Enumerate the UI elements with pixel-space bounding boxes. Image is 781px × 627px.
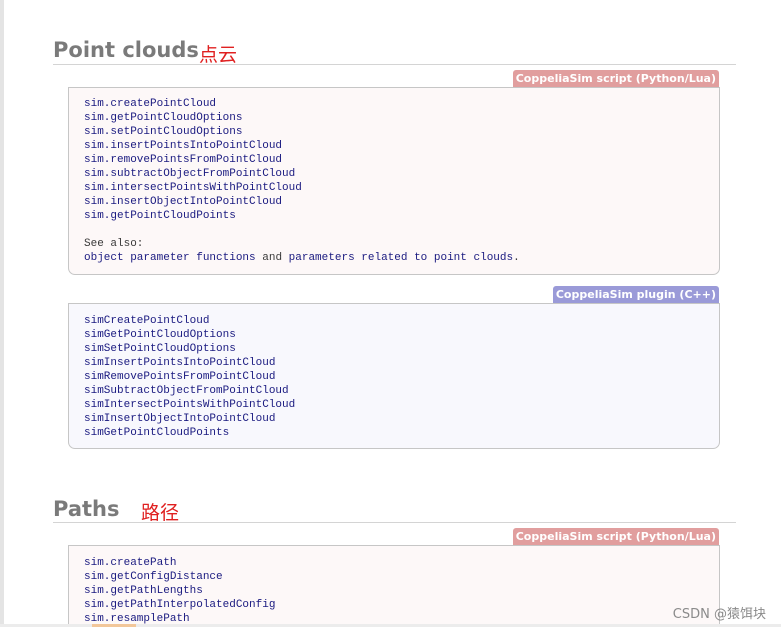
function-link[interactable]: sim.setPointCloudOptions [84,125,520,139]
function-link[interactable]: simCreatePointCloud [84,314,295,328]
function-link[interactable]: simInsertPointsIntoPointCloud [84,356,295,370]
function-link[interactable]: sim.removePointsFromPointCloud [84,153,520,167]
function-link[interactable]: simSubtractObjectFromPointCloud [84,384,295,398]
see-also-line: object parameter functions and parameter… [84,251,520,265]
function-list: sim.createPath sim.getConfigDistance sim… [84,556,275,626]
function-link[interactable]: simSetPointCloudOptions [84,342,295,356]
function-link[interactable]: sim.subtractObjectFromPointCloud [84,167,520,181]
function-link[interactable]: sim.getPathInterpolatedConfig [84,598,275,612]
function-link[interactable]: simInsertObjectIntoPointCloud [84,412,295,426]
function-link[interactable]: sim.createPointCloud [84,97,520,111]
function-link[interactable]: simGetPointCloudPoints [84,426,295,440]
see-also-conjunction: and [255,252,289,264]
see-also-link-point-cloud-parameters[interactable]: parameters related to point clouds [289,252,513,264]
function-link[interactable]: sim.insertObjectIntoPointCloud [84,195,520,209]
function-link[interactable]: sim.getPointCloudOptions [84,111,520,125]
function-link[interactable]: simIntersectPointsWithPointCloud [84,398,295,412]
function-link[interactable]: simGetPointCloudOptions [84,328,295,342]
left-margin-rule [0,0,4,627]
see-also-period: . [513,252,520,264]
see-also-label: See also: [84,238,144,250]
plugin-badge: CoppeliaSim plugin (C++) [552,286,719,303]
function-list: simCreatePointCloud simGetPointCloudOpti… [84,314,295,440]
paths-script-box: CoppeliaSim script (Python/Lua) sim.crea… [68,528,720,626]
function-link[interactable]: sim.getPathLengths [84,584,275,598]
script-badge: CoppeliaSim script (Python/Lua) [512,70,719,87]
csdn-watermark: CSDN @猿饵块 [672,607,766,622]
function-list: sim.createPointCloud sim.getPointCloudOp… [84,97,520,265]
function-link[interactable]: sim.getConfigDistance [84,570,275,584]
script-badge: CoppeliaSim script (Python/Lua) [512,528,719,545]
section-underline [53,522,736,523]
section-title-point-clouds-cn: 点云 [199,44,238,66]
point-clouds-script-box: CoppeliaSim script (Python/Lua) sim.crea… [68,70,720,275]
function-link[interactable]: sim.intersectPointsWithPointCloud [84,181,520,195]
section-title-paths: Paths [53,497,120,521]
function-link[interactable]: sim.getPointCloudPoints [84,209,520,223]
function-link[interactable]: simRemovePointsFromPointCloud [84,370,295,384]
section-underline [53,64,736,65]
section-title-paths-cn: 路径 [141,502,180,524]
see-also-link-object-parameters[interactable]: object parameter functions [84,252,256,264]
point-clouds-plugin-box: CoppeliaSim plugin (C++) simCreatePointC… [68,286,720,449]
section-title-point-clouds: Point clouds [53,38,199,62]
function-link[interactable]: sim.createPath [84,556,275,570]
function-link[interactable]: sim.insertPointsIntoPointCloud [84,139,520,153]
